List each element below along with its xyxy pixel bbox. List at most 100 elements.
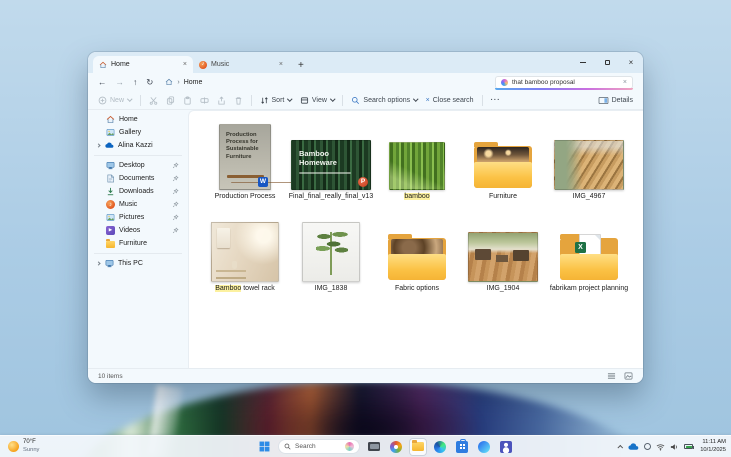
weather-widget[interactable]: 70°F Sunny (8, 436, 39, 457)
taskbar-app-teams[interactable] (498, 439, 514, 455)
delete-button[interactable] (234, 96, 243, 105)
tab-music[interactable]: ♪ Music × (193, 56, 289, 73)
maximize-button[interactable] (595, 52, 619, 73)
search-query-text: that bamboo proposal (512, 79, 575, 86)
close-search-button[interactable]: × Close search (426, 97, 474, 104)
file-explorer-icon (412, 442, 424, 451)
file-tile-bamboo-towel-rack[interactable]: Bamboo towel rack (202, 209, 288, 293)
sort-label: Sort (272, 97, 285, 104)
expand-chevron-icon[interactable] (96, 261, 100, 265)
clear-search-icon[interactable]: × (623, 79, 627, 86)
details-view-toggle-icon[interactable] (607, 372, 616, 380)
taskbar-app-edge[interactable] (432, 439, 448, 455)
large-icons-view-toggle-icon[interactable] (624, 372, 633, 380)
taskbar-app-store[interactable] (454, 439, 470, 455)
paste-button[interactable] (183, 96, 192, 105)
sidebar-item-gallery[interactable]: Gallery (91, 126, 185, 139)
sort-button[interactable]: Sort (260, 96, 292, 105)
file-tile-img-1838[interactable]: IMG_1838 (288, 209, 374, 293)
file-tile-bamboo[interactable]: bamboo (374, 117, 460, 201)
start-button[interactable] (256, 439, 272, 455)
close-search-icon: × (426, 97, 430, 104)
folder-icon (106, 241, 115, 248)
speaker-icon[interactable] (670, 443, 679, 451)
file-name: Furniture (489, 193, 517, 201)
taskbar-app-photos[interactable] (388, 439, 404, 455)
sidebar-item-downloads[interactable]: Downloads (91, 185, 185, 198)
forward-button[interactable]: → (116, 78, 125, 87)
wifi-icon[interactable] (656, 443, 665, 451)
pin-icon (172, 175, 179, 182)
tab-home[interactable]: Home × (93, 56, 193, 73)
search-input[interactable]: that bamboo proposal × (495, 76, 633, 89)
sidebar-item-desktop[interactable]: Desktop (91, 159, 185, 172)
word-icon: W (258, 177, 268, 187)
word-document-thumbnail: Production Process for Sustainable Furni… (219, 124, 271, 190)
towel-rack-image-thumbnail (211, 222, 279, 282)
taskbar-app-desktop[interactable] (366, 439, 382, 455)
view-button[interactable]: View (300, 96, 335, 105)
new-tab-button[interactable]: + (298, 61, 304, 71)
sidebar-item-documents[interactable]: Documents (91, 172, 185, 185)
up-button[interactable]: ↑ (133, 78, 137, 87)
plant-leaves-shape (316, 229, 348, 259)
breadcrumb[interactable]: › Home (165, 78, 202, 86)
taskbar-search-box[interactable]: Search (278, 439, 360, 454)
sidebar-separator (94, 155, 182, 156)
gallery-icon (106, 128, 115, 137)
file-tile-img-1904[interactable]: IMG_1904 (460, 209, 546, 293)
tab-close-icon[interactable]: × (279, 61, 283, 68)
onedrive-tray-icon[interactable] (628, 443, 639, 451)
hidden-icons-chevron-icon[interactable] (618, 444, 624, 450)
folder-front (474, 162, 532, 188)
file-tile-production-process[interactable]: Production Process for Sustainable Furni… (202, 117, 288, 201)
file-tile-furniture-folder[interactable]: Furniture (460, 117, 546, 201)
back-button[interactable]: ← (98, 78, 107, 87)
sidebar-separator (94, 253, 182, 254)
tab-close-icon[interactable]: × (183, 61, 187, 68)
file-tile-img-4967[interactable]: IMG_4967 (546, 117, 632, 201)
battery-icon[interactable] (684, 444, 693, 449)
more-options-button[interactable]: ··· (491, 97, 501, 104)
system-tray: 11:11 AM 10/1/2025 (619, 436, 726, 457)
taskbar-search-label: Search (295, 443, 316, 450)
clock[interactable]: 11:11 AM 10/1/2025 (700, 439, 726, 453)
sidebar-item-pictures[interactable]: Pictures (91, 211, 185, 224)
close-button[interactable]: × (619, 52, 643, 73)
copilot-icon (478, 441, 490, 453)
pictures-icon (106, 213, 115, 222)
sidebar-item-onedrive[interactable]: Alina Kazzi (91, 139, 185, 152)
close-search-label: Close search (433, 97, 474, 104)
sidebar-label: Music (119, 201, 137, 208)
sidebar-item-furniture[interactable]: Furniture (91, 237, 185, 250)
sidebar-item-music[interactable]: ♪ Music (91, 198, 185, 211)
tray-status-icon[interactable] (644, 443, 651, 450)
refresh-button[interactable]: ↻ (146, 78, 153, 87)
sidebar-item-home[interactable]: Home (91, 113, 185, 126)
taskbar-app-file-explorer[interactable] (410, 439, 426, 455)
expand-chevron-icon[interactable] (96, 143, 100, 147)
folder-icon: X (559, 232, 619, 282)
copy-button[interactable] (166, 96, 175, 105)
new-button[interactable]: New (98, 96, 132, 105)
sidebar-item-this-pc[interactable]: This PC (91, 257, 185, 270)
sidebar-label: Furniture (119, 240, 147, 247)
file-tile-fabric-options-folder[interactable]: Fabric options (374, 209, 460, 293)
file-tile-final-presentation[interactable]: Bamboo Homeware P Final_final_really_fin… (288, 117, 374, 201)
toolbar-separator (342, 95, 343, 106)
chevron-down-icon (127, 97, 132, 102)
bamboo-image-thumbnail (389, 142, 445, 190)
rename-button[interactable] (200, 96, 209, 105)
videos-icon: ▶ (106, 226, 115, 235)
search-options-button[interactable]: Search options (351, 96, 417, 105)
sidebar-item-videos[interactable]: ▶ Videos (91, 224, 185, 237)
file-name: bamboo (404, 193, 429, 201)
share-button[interactable] (217, 96, 226, 105)
store-icon (456, 441, 468, 453)
minimize-button[interactable] (571, 52, 595, 73)
details-button[interactable]: Details (598, 96, 633, 105)
plus-circle-icon (98, 96, 107, 105)
cut-button[interactable] (149, 96, 158, 105)
file-tile-fabrikam-project-planning-folder[interactable]: X fabrikam project planning (546, 209, 632, 293)
taskbar-app-copilot[interactable] (476, 439, 492, 455)
